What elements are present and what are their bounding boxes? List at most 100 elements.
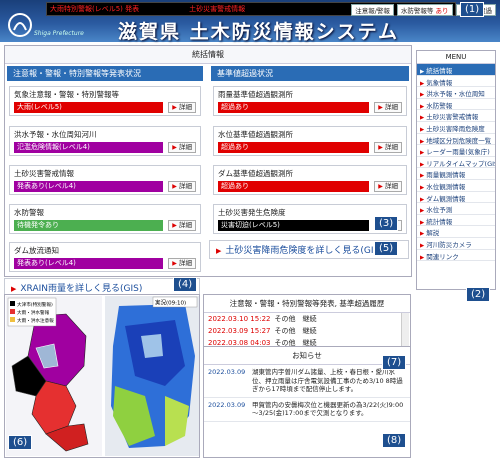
history-item[interactable]: 2022.03.09 15:27 その他 継続 <box>204 325 410 337</box>
menu-item[interactable]: ▶ 河川防災カメラ <box>417 238 495 250</box>
card-flood-forecast: 洪水予報・水位周知河川 氾濫危険情報(レベル4) ▶ 詳細 <box>9 126 201 156</box>
status-badge: 発表あり(レベル4) <box>14 181 164 192</box>
card-caption: ダム放流通知 <box>14 246 59 255</box>
summary-title: 統括情報 <box>5 46 411 64</box>
detail-label: 詳細 <box>179 143 192 151</box>
arrow-right-icon: ▶ <box>420 173 425 180</box>
news-panel: お知らせ 2022.03.09 湖東管内宇曽川ダム諸量、上枝・春日根・愛川水位、押… <box>203 346 411 458</box>
arrow-right-icon: ▶ <box>420 103 425 110</box>
shiga-logo-icon <box>8 13 32 37</box>
menu-list: ▶ 統括情報 ▶ 気象情報 ▶ 洪水予報・水位周知 ▶ 水防警報 ▶ 土砂災害警戒情報 ▶ 土砂災害降… <box>417 64 495 262</box>
news-item[interactable]: 2022.03.09 甲賀管内の安曇梅次位と機器更新の為3/22(火)9:00～3… <box>204 398 410 422</box>
card-caption: 水防警報 <box>14 208 44 217</box>
menu-item-label: 地域区分別危険度一覧 <box>426 136 492 145</box>
menu-item[interactable]: ▶ 水位予測 <box>417 203 495 215</box>
detail-label: 詳細 <box>385 103 398 111</box>
callout-8: (8) <box>382 433 407 448</box>
card-caption: 気象注意報・警報・特別警報等 <box>14 90 119 99</box>
history-title: 注意報・警報・特別警報等発表, 基準超過履歴 <box>204 295 410 313</box>
arrow-right-icon: ▶ <box>172 260 177 267</box>
arrow-right-icon: ▶ <box>420 138 425 145</box>
detail-button[interactable]: ▶ 詳細 <box>168 142 196 153</box>
detail-label: 詳細 <box>385 182 398 190</box>
status-badge: 発表あり(レベル4) <box>14 258 164 269</box>
menu-item[interactable]: ▶ 水位観測情報 <box>417 180 495 192</box>
menu-item[interactable]: ▶ リアルタイムマップ(GIS) <box>417 157 495 169</box>
menu-item-label: 土砂災害警戒情報 <box>426 113 479 122</box>
history-item[interactable]: 2022.03.10 15:22 その他 継続 <box>204 313 410 325</box>
page-title: 滋賀県 土木防災情報システム <box>118 21 400 43</box>
arrow-right-icon: ▶ <box>420 161 425 168</box>
xrain-gis-link-label: XRAIN雨量を詳しく見る(GIS) <box>20 284 143 294</box>
detail-button[interactable]: ▶ 詳細 <box>374 181 402 192</box>
water-alert-button[interactable]: 水防警報等 あり <box>396 4 453 16</box>
menu-item[interactable]: ▶ 土砂災害降雨危険度 <box>417 122 495 134</box>
menu-title: MENU <box>417 51 495 64</box>
detail-button[interactable]: ▶ 詳細 <box>168 102 196 113</box>
history-date: 2022.03.09 15:27 <box>208 327 271 335</box>
map-legend-2: 大雨・洪水警報 <box>17 309 50 316</box>
header: 大雨特別警報(レベル5) 発表 土砂災害警戒情報 注意報/警報 水防警報等 あり… <box>0 0 500 43</box>
card-caption: 水位基準値超過観測所 <box>218 130 293 139</box>
detail-button[interactable]: ▶ 詳細 <box>168 181 196 192</box>
menu-item-label: 統計情報 <box>426 217 453 226</box>
water-alert-status: あり <box>435 7 449 15</box>
detail-button[interactable]: ▶ 詳細 <box>374 102 402 113</box>
menu-item-label: 解説 <box>426 229 440 238</box>
warning-map[interactable]: 大津市(特別警報) 大雨・洪水警報 大雨・洪水注意報 <box>6 296 102 456</box>
card-landslide-alert: 土砂災害警戒情報 発表あり(レベル4) ▶ 詳細 <box>9 165 201 195</box>
card-caption: ダム基準値超過観測所 <box>218 169 293 178</box>
menu-item-label: 水位観測情報 <box>426 182 466 191</box>
menu-item[interactable]: ▶ 気象情報 <box>417 76 495 88</box>
warnings-section-header: 注意報・警報・特別警報等発表状況 <box>7 66 203 81</box>
menu-item-label: 関連リンク <box>426 252 459 261</box>
news-text: 湖東管内宇曽川ダム諸量、上枝・春日根・愛川水位、押立雨量は庁舎電気設備工事のため… <box>252 368 403 393</box>
arrow-right-icon: ▶ <box>420 254 425 261</box>
card-water-level-criteria: 水位基準値超過観測所 超過あり ▶ 詳細 <box>213 126 407 156</box>
sediment-gis-link-label: 土砂災害降雨危険度を詳しく見る(GIS) <box>225 246 383 256</box>
menu-item[interactable]: ▶ レーダー雨量(気象庁) <box>417 145 495 157</box>
menu-item-label: 水位予測 <box>426 206 453 215</box>
status-badge: 災害切迫(レベル5) <box>218 220 370 231</box>
detail-button[interactable]: ▶ 詳細 <box>168 220 196 231</box>
status-badge: 超過あり <box>218 102 370 113</box>
callout-7: (7) <box>382 355 407 370</box>
warning-button[interactable]: 注意報/警報 <box>351 4 394 16</box>
menu-item-label: ダム観測情報 <box>426 194 466 203</box>
menu-item[interactable]: ▶ 統計情報 <box>417 215 495 227</box>
menu-item[interactable]: ▶ 洪水予報・水位周知 <box>417 87 495 99</box>
card-weather-warning: 気象注意報・警報・特別警報等 大雨(レベル5) ▶ 詳細 <box>9 86 201 116</box>
arrow-right-icon: ▶ <box>378 104 383 111</box>
menu-item[interactable]: ▶ 解説 <box>417 226 495 238</box>
menu-item[interactable]: ▶ 地域区分別危険度一覧 <box>417 134 495 146</box>
menu-item[interactable]: ▶ ダム観測情報 <box>417 192 495 204</box>
news-text: 甲賀管内の安曇梅次位と機器更新の為3/22(火)9:00～3/25(金)17:0… <box>252 400 404 418</box>
card-dam-criteria: ダム基準値超過観測所 超過あり ▶ 詳細 <box>213 165 407 195</box>
detail-button[interactable]: ▶ 詳細 <box>168 258 196 269</box>
rainfall-map[interactable]: 実況(09:10) <box>105 296 199 456</box>
logo-text: Shiga Prefecture <box>34 30 84 37</box>
arrow-right-icon: ▶ <box>172 222 177 229</box>
arrow-right-icon: ▶ <box>420 69 425 75</box>
callout-1: (1) <box>460 2 485 17</box>
menu-item[interactable]: ▶ 土砂災害警戒情報 <box>417 110 495 122</box>
card-dam-release: ダム放流通知 発表あり(レベル4) ▶ 詳細 <box>9 242 201 272</box>
arrow-right-icon: ▶ <box>420 184 425 191</box>
menu-item-label: 河川防災カメラ <box>426 240 472 249</box>
status-badge: 待機発令あり <box>14 220 164 231</box>
menu-item[interactable]: ▶ 統括情報 <box>417 64 495 76</box>
card-flood-defense: 水防警報 待機発令あり ▶ 詳細 <box>9 204 201 234</box>
detail-button[interactable]: ▶ 詳細 <box>374 142 402 153</box>
menu-item[interactable]: ▶ 雨量観測情報 <box>417 168 495 180</box>
arrow-right-icon: ▶ <box>420 242 425 249</box>
news-item[interactable]: 2022.03.09 湖東管内宇曽川ダム諸量、上枝・春日根・愛川水位、押立雨量は庁… <box>204 365 410 398</box>
menu-item[interactable]: ▶ 関連リンク <box>417 250 495 262</box>
arrow-right-icon: ▶ <box>172 104 177 111</box>
menu-item[interactable]: ▶ 水防警報 <box>417 99 495 111</box>
detail-label: 詳細 <box>179 103 192 111</box>
news-date: 2022.03.09 <box>208 400 246 409</box>
detail-label: 詳細 <box>179 182 192 190</box>
status-badge: 超過あり <box>218 142 370 153</box>
map-legend-3: 大雨・洪水注意報 <box>17 317 54 324</box>
menu-item-label: リアルタイムマップ(GIS) <box>426 159 495 168</box>
